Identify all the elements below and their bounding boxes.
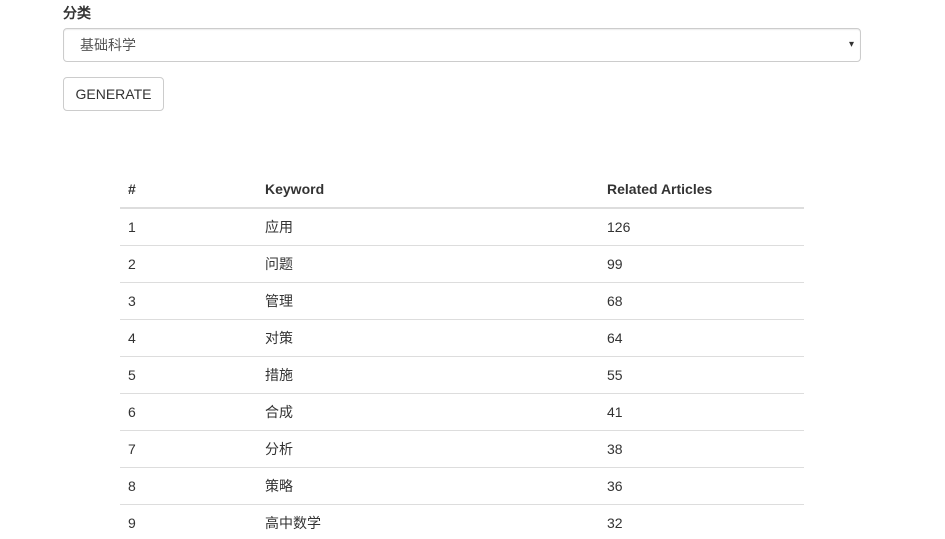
- table-row: 9 高中数学 32: [120, 505, 804, 539]
- row-number: 1: [120, 208, 257, 246]
- row-keyword: 措施: [257, 356, 599, 394]
- row-keyword: 分析: [257, 430, 599, 468]
- row-keyword: 高中数学: [265, 515, 321, 531]
- category-label: 分类: [63, 5, 91, 21]
- row-number: 3: [120, 282, 257, 320]
- row-keyword: 对策: [257, 319, 599, 357]
- row-keyword: 合成: [257, 393, 599, 431]
- table-row: 1 应用 126: [120, 208, 804, 246]
- row-count: 36: [599, 467, 804, 505]
- row-count: 99: [599, 245, 804, 283]
- row-number: 5: [120, 356, 257, 394]
- category-select-value: 基础科学: [80, 37, 136, 53]
- row-number: 9: [128, 515, 136, 531]
- table-row: 2 问题 99: [120, 245, 804, 283]
- row-count: 32: [607, 515, 623, 531]
- row-keyword: 应用: [257, 208, 599, 246]
- keyword-table: # Keyword Related Articles 1 应用 126 2 问题…: [120, 170, 804, 539]
- row-count: 126: [599, 208, 804, 246]
- table-row: 6 合成 41: [120, 393, 804, 431]
- row-keyword: 策略: [257, 467, 599, 505]
- row-count: 68: [599, 282, 804, 320]
- row-number: 4: [120, 319, 257, 357]
- table-row: 7 分析 38: [120, 430, 804, 468]
- row-count: 38: [599, 430, 804, 468]
- table-row: 3 管理 68: [120, 282, 804, 320]
- row-number: 2: [120, 245, 257, 283]
- row-count: 55: [599, 356, 804, 394]
- table-header-row: # Keyword Related Articles: [120, 170, 804, 209]
- column-header-number: #: [120, 170, 257, 209]
- row-number: 6: [120, 393, 257, 431]
- page: 分类 基础科学 ▾ GENERATE # Keyword Related Art…: [0, 0, 945, 539]
- column-header-related-articles: Related Articles: [599, 170, 804, 209]
- category-select[interactable]: 基础科学 ▾: [63, 28, 861, 62]
- row-number: 7: [120, 430, 257, 468]
- table-row: 4 对策 64: [120, 319, 804, 357]
- row-count: 64: [599, 319, 804, 357]
- generate-button[interactable]: GENERATE: [63, 77, 164, 111]
- column-header-keyword: Keyword: [257, 170, 599, 209]
- row-number: 8: [120, 467, 257, 505]
- row-count: 41: [599, 393, 804, 431]
- chevron-down-icon: ▾: [848, 39, 854, 50]
- table-row: 8 策略 36: [120, 467, 804, 505]
- row-keyword: 管理: [257, 282, 599, 320]
- table-row: 5 措施 55: [120, 356, 804, 394]
- row-keyword: 问题: [257, 245, 599, 283]
